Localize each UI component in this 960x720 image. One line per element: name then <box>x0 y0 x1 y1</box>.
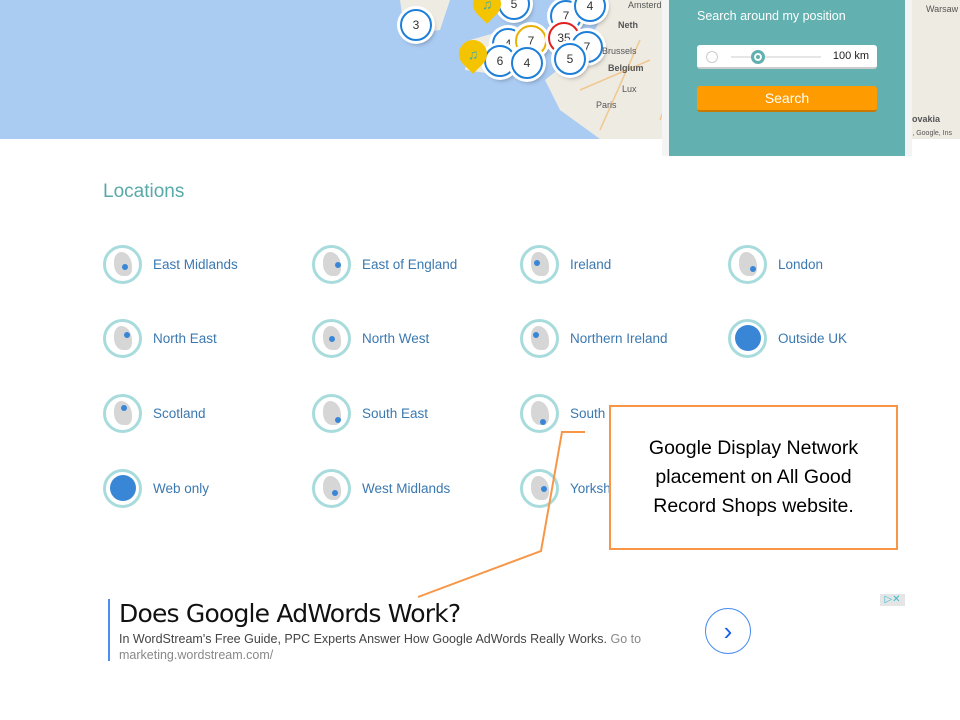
callout-text: Google Display Network placement on All … <box>648 437 859 517</box>
radius-slider[interactable]: 100 km <box>697 45 877 69</box>
location-item[interactable]: Outside UK <box>728 318 898 358</box>
location-label: North East <box>153 330 217 346</box>
ad-description[interactable]: In WordStream's Free Guide, PPC Experts … <box>119 631 679 663</box>
location-label: East of England <box>362 256 458 272</box>
map-label: Lux <box>622 84 637 94</box>
adchoices-icon[interactable]: ▷✕ <box>880 594 905 606</box>
map-label: ovakia <box>912 114 941 124</box>
search-panel-title: Search around my position <box>697 9 846 23</box>
cluster-marker[interactable]: 3 <box>400 9 432 41</box>
location-label: Northern Ireland <box>570 330 668 346</box>
uk-map-icon <box>312 318 351 358</box>
map-label: Brussels <box>602 46 637 56</box>
search-button[interactable]: Search <box>697 86 877 112</box>
location-label: East Midlands <box>153 256 238 272</box>
location-item[interactable]: Northern Ireland <box>520 318 690 358</box>
location-label: London <box>778 256 824 272</box>
uk-map-icon <box>728 244 767 284</box>
location-label: West Midlands <box>362 480 451 496</box>
uk-map-icon <box>312 468 351 508</box>
location-item[interactable]: North West <box>312 318 482 358</box>
uk-map-icon <box>312 244 351 284</box>
location-item[interactable]: London <box>728 244 898 284</box>
uk-map-icon <box>520 318 559 358</box>
globe-icon <box>728 318 767 358</box>
uk-map-icon <box>103 244 142 284</box>
location-label: North West <box>362 330 430 346</box>
location-item[interactable]: South East <box>312 393 482 433</box>
display-ad[interactable]: Does Google AdWords Work? In WordStream'… <box>108 599 908 663</box>
location-item[interactable]: West Midlands <box>312 468 482 508</box>
location-item[interactable]: Web only <box>103 468 273 508</box>
ad-headline[interactable]: Does Google AdWords Work? <box>119 599 461 628</box>
slider-track[interactable] <box>731 56 821 58</box>
uk-map-icon <box>103 318 142 358</box>
map-label: Paris <box>596 100 617 110</box>
map-label: Amsterd <box>628 0 662 10</box>
map-label: Neth <box>618 20 638 30</box>
chevron-right-icon[interactable]: › <box>705 608 751 654</box>
map-label: Warsaw <box>926 4 959 14</box>
annotation-callout: Google Display Network placement on All … <box>609 405 898 550</box>
locate-icon[interactable] <box>706 51 718 63</box>
slider-thumb[interactable] <box>751 50 765 64</box>
location-label: Outside UK <box>778 330 848 346</box>
uk-map-icon <box>312 393 351 433</box>
location-item[interactable]: East of England <box>312 244 482 284</box>
cluster-marker[interactable]: 4 <box>511 47 543 79</box>
uk-map-icon <box>520 393 559 433</box>
map-label: Belgium <box>608 63 644 73</box>
uk-map-icon <box>103 393 142 433</box>
location-label: Ireland <box>570 256 612 272</box>
location-label: South East <box>362 405 429 421</box>
uk-map-icon <box>520 244 559 284</box>
map-attribution: ), Google, Ins <box>910 130 953 137</box>
radius-unit: km <box>854 50 869 62</box>
locations-heading: Locations <box>103 181 185 202</box>
location-item[interactable]: East Midlands <box>103 244 273 284</box>
ad-body: In WordStream's Free Guide, PPC Experts … <box>119 632 607 646</box>
www-icon <box>103 468 142 508</box>
uk-map-icon <box>520 468 559 508</box>
location-item[interactable]: Ireland <box>520 244 690 284</box>
location-label: Scotland <box>153 405 206 421</box>
location-item[interactable]: Scotland <box>103 393 273 433</box>
location-label: Web only <box>153 480 210 496</box>
search-panel: Search around my position 100 km Search <box>662 0 912 156</box>
radius-value: 100 <box>832 50 852 62</box>
location-item[interactable]: North East <box>103 318 273 358</box>
cluster-marker[interactable]: 5 <box>554 43 586 75</box>
